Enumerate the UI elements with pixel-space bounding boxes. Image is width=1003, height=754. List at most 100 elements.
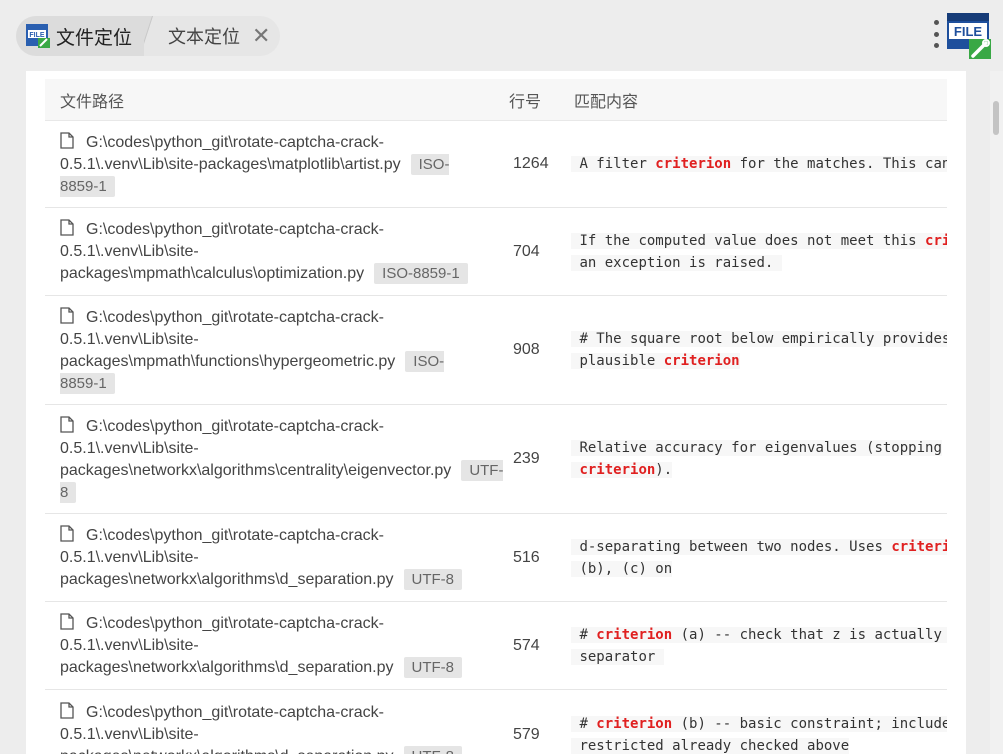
file-path-text: packages\networkx\algorithms\d_separatio…	[60, 659, 394, 676]
match-snippet: # criterion (b) -- basic constraint; inc…	[571, 715, 947, 732]
file-path-text: G:\codes\python_git\rotate-captcha-crack…	[86, 221, 384, 238]
document-icon	[60, 131, 74, 149]
match-content-cell: d-separating between two nodes. Uses cri…	[559, 536, 947, 580]
file-path-text: G:\codes\python_git\rotate-captcha-crack…	[86, 704, 384, 721]
tab-file-locate-label: 文件定位	[56, 27, 133, 49]
close-icon[interactable]: ✕	[252, 25, 270, 47]
file-path-text: 0.5.1\.venv\Lib\site-	[60, 726, 199, 743]
tab-text-locate[interactable]: 文本定位 ✕	[158, 16, 281, 56]
file-app-icon: FILE	[26, 24, 50, 48]
match-content-cell: Relative accuracy for eigenvalues (stopp…	[559, 437, 947, 481]
match-highlight: criterion	[663, 353, 740, 369]
match-snippet: an exception is raised.	[571, 254, 782, 271]
match-line: Relative accuracy for eigenvalues (stopp…	[571, 437, 947, 459]
encoding-badge: ISO-8859-1	[374, 263, 468, 284]
match-content-cell: # criterion (b) -- basic constraint; inc…	[559, 713, 947, 754]
match-text: # The square root below empirically prov…	[579, 331, 947, 347]
match-text: d-separating between two nodes. Uses	[579, 538, 892, 555]
match-text: Relative accuracy for eigenvalues (stopp…	[579, 440, 942, 456]
file-path-text: 0.5.1\.venv\Lib\site-	[60, 330, 199, 348]
match-highlight: criterio	[891, 538, 947, 555]
file-path-cell: G:\codes\python_git\rotate-captcha-crack…	[45, 603, 494, 688]
file-path-cell: G:\codes\python_git\rotate-captcha-crack…	[45, 406, 504, 513]
svg-text:FILE: FILE	[29, 32, 44, 39]
table-row[interactable]: G:\codes\python_git\rotate-captcha-crack…	[45, 602, 947, 690]
match-line: # criterion (a) -- check that z is actua…	[571, 624, 947, 646]
results-table: 文件路径 行号 匹配内容 G:\codes\python_git\rotate-…	[45, 79, 947, 754]
table-body: G:\codes\python_git\rotate-captcha-crack…	[45, 121, 947, 754]
file-path-text: packages\networkx\algorithms\centrality\…	[60, 461, 452, 479]
match-line: # The square root below empirically prov…	[571, 328, 947, 350]
match-snippet: # The square root below empirically prov…	[571, 331, 947, 347]
tab-file-locate[interactable]: FILE 文件定位	[16, 16, 145, 56]
match-line: d-separating between two nodes. Uses cri…	[571, 536, 947, 558]
match-highlight: criterion	[596, 626, 673, 643]
tab-bar: FILE 文件定位 文本定位 ✕	[16, 16, 281, 56]
tab-text-locate-label: 文本定位	[168, 27, 241, 47]
match-text: #	[579, 715, 597, 732]
file-path-cell: G:\codes\python_git\rotate-captcha-crack…	[45, 297, 494, 404]
document-icon	[60, 525, 74, 542]
match-line: criterion).	[571, 459, 947, 481]
file-path-text: 0.5.1\.venv\Lib\site-packages\matplotlib…	[60, 155, 401, 173]
file-path-text: packages\networkx\algorithms\d_separatio…	[60, 571, 394, 588]
scrollbar-thumb[interactable]	[993, 101, 999, 135]
tab-separator	[144, 16, 159, 56]
match-text: plausible	[579, 353, 664, 369]
file-path-text: 0.5.1\.venv\Lib\site-	[60, 243, 199, 260]
line-number-cell: 574	[513, 636, 540, 654]
match-highlight: criterion	[596, 715, 673, 732]
header-file-path: 文件路径	[60, 93, 125, 111]
table-row[interactable]: G:\codes\python_git\rotate-captcha-crack…	[45, 208, 947, 296]
match-line: plausible criterion	[571, 350, 947, 372]
match-content-cell: # The square root below empirically prov…	[559, 328, 947, 372]
table-header: 文件路径 行号 匹配内容	[45, 79, 947, 121]
document-icon	[60, 613, 74, 630]
file-path-cell: G:\codes\python_git\rotate-captcha-crack…	[45, 122, 494, 207]
results-panel: 文件路径 行号 匹配内容 G:\codes\python_git\rotate-…	[26, 71, 966, 754]
table-row[interactable]: G:\codes\python_git\rotate-captcha-crack…	[45, 121, 947, 208]
match-snippet: plausible criterion	[571, 353, 740, 369]
more-menu-icon[interactable]	[931, 20, 941, 48]
file-path-cell: G:\codes\python_git\rotate-captcha-crack…	[45, 209, 494, 294]
table-row[interactable]: G:\codes\python_git\rotate-captcha-crack…	[45, 405, 947, 514]
document-icon	[60, 415, 74, 433]
match-snippet: If the computed value does not meet this…	[571, 232, 947, 249]
match-line: restricted already checked above	[571, 735, 947, 754]
file-path-text: packages\mpmath\calculus\optimization.py	[60, 265, 365, 282]
match-text: separator	[579, 648, 664, 665]
encoding-badge: UTF-8	[403, 657, 463, 678]
match-line: (b), (c) on	[571, 558, 947, 580]
line-number-cell: 1264	[513, 155, 549, 172]
file-path-cell: G:\codes\python_git\rotate-captcha-crack…	[45, 515, 494, 600]
match-text: If the computed value does not meet this	[579, 232, 926, 249]
table-row[interactable]: G:\codes\python_git\rotate-captcha-crack…	[45, 296, 947, 405]
scrollbar[interactable]	[990, 71, 1003, 754]
match-text: (a) -- check that z is actually a	[672, 626, 947, 643]
line-number-cell: 239	[513, 450, 540, 467]
file-path-text: packages\networkx\algorithms\d_separatio…	[60, 748, 394, 754]
file-path-text: G:\codes\python_git\rotate-captcha-crack…	[86, 417, 384, 435]
match-text: #	[579, 626, 597, 643]
header-line-number: 行号	[509, 93, 542, 111]
match-snippet: # criterion (a) -- check that z is actua…	[571, 626, 947, 643]
line-number-cell: 908	[513, 341, 540, 358]
file-path-cell: G:\codes\python_git\rotate-captcha-crack…	[45, 692, 494, 754]
table-row[interactable]: G:\codes\python_git\rotate-captcha-crack…	[45, 514, 947, 602]
line-number-cell: 704	[513, 242, 540, 260]
match-line: an exception is raised.	[571, 252, 947, 274]
match-line: separator	[571, 646, 947, 668]
document-icon	[60, 306, 74, 324]
file-wrench-logo-icon: FILE	[945, 13, 991, 59]
match-snippet: A filter criterion for the matches. This…	[571, 156, 947, 172]
line-number-cell: 516	[513, 548, 540, 566]
match-snippet: restricted already checked above	[571, 737, 850, 754]
document-icon	[60, 219, 74, 236]
match-text: ).	[655, 462, 673, 478]
match-snippet: (b), (c) on	[571, 560, 673, 577]
file-path-text: 0.5.1\.venv\Lib\site-	[60, 549, 199, 566]
file-path-text: G:\codes\python_git\rotate-captcha-crack…	[86, 308, 384, 326]
table-row[interactable]: G:\codes\python_git\rotate-captcha-crack…	[45, 690, 947, 754]
file-path-text: 0.5.1\.venv\Lib\site-	[60, 439, 199, 457]
match-snippet: separator	[571, 648, 664, 665]
